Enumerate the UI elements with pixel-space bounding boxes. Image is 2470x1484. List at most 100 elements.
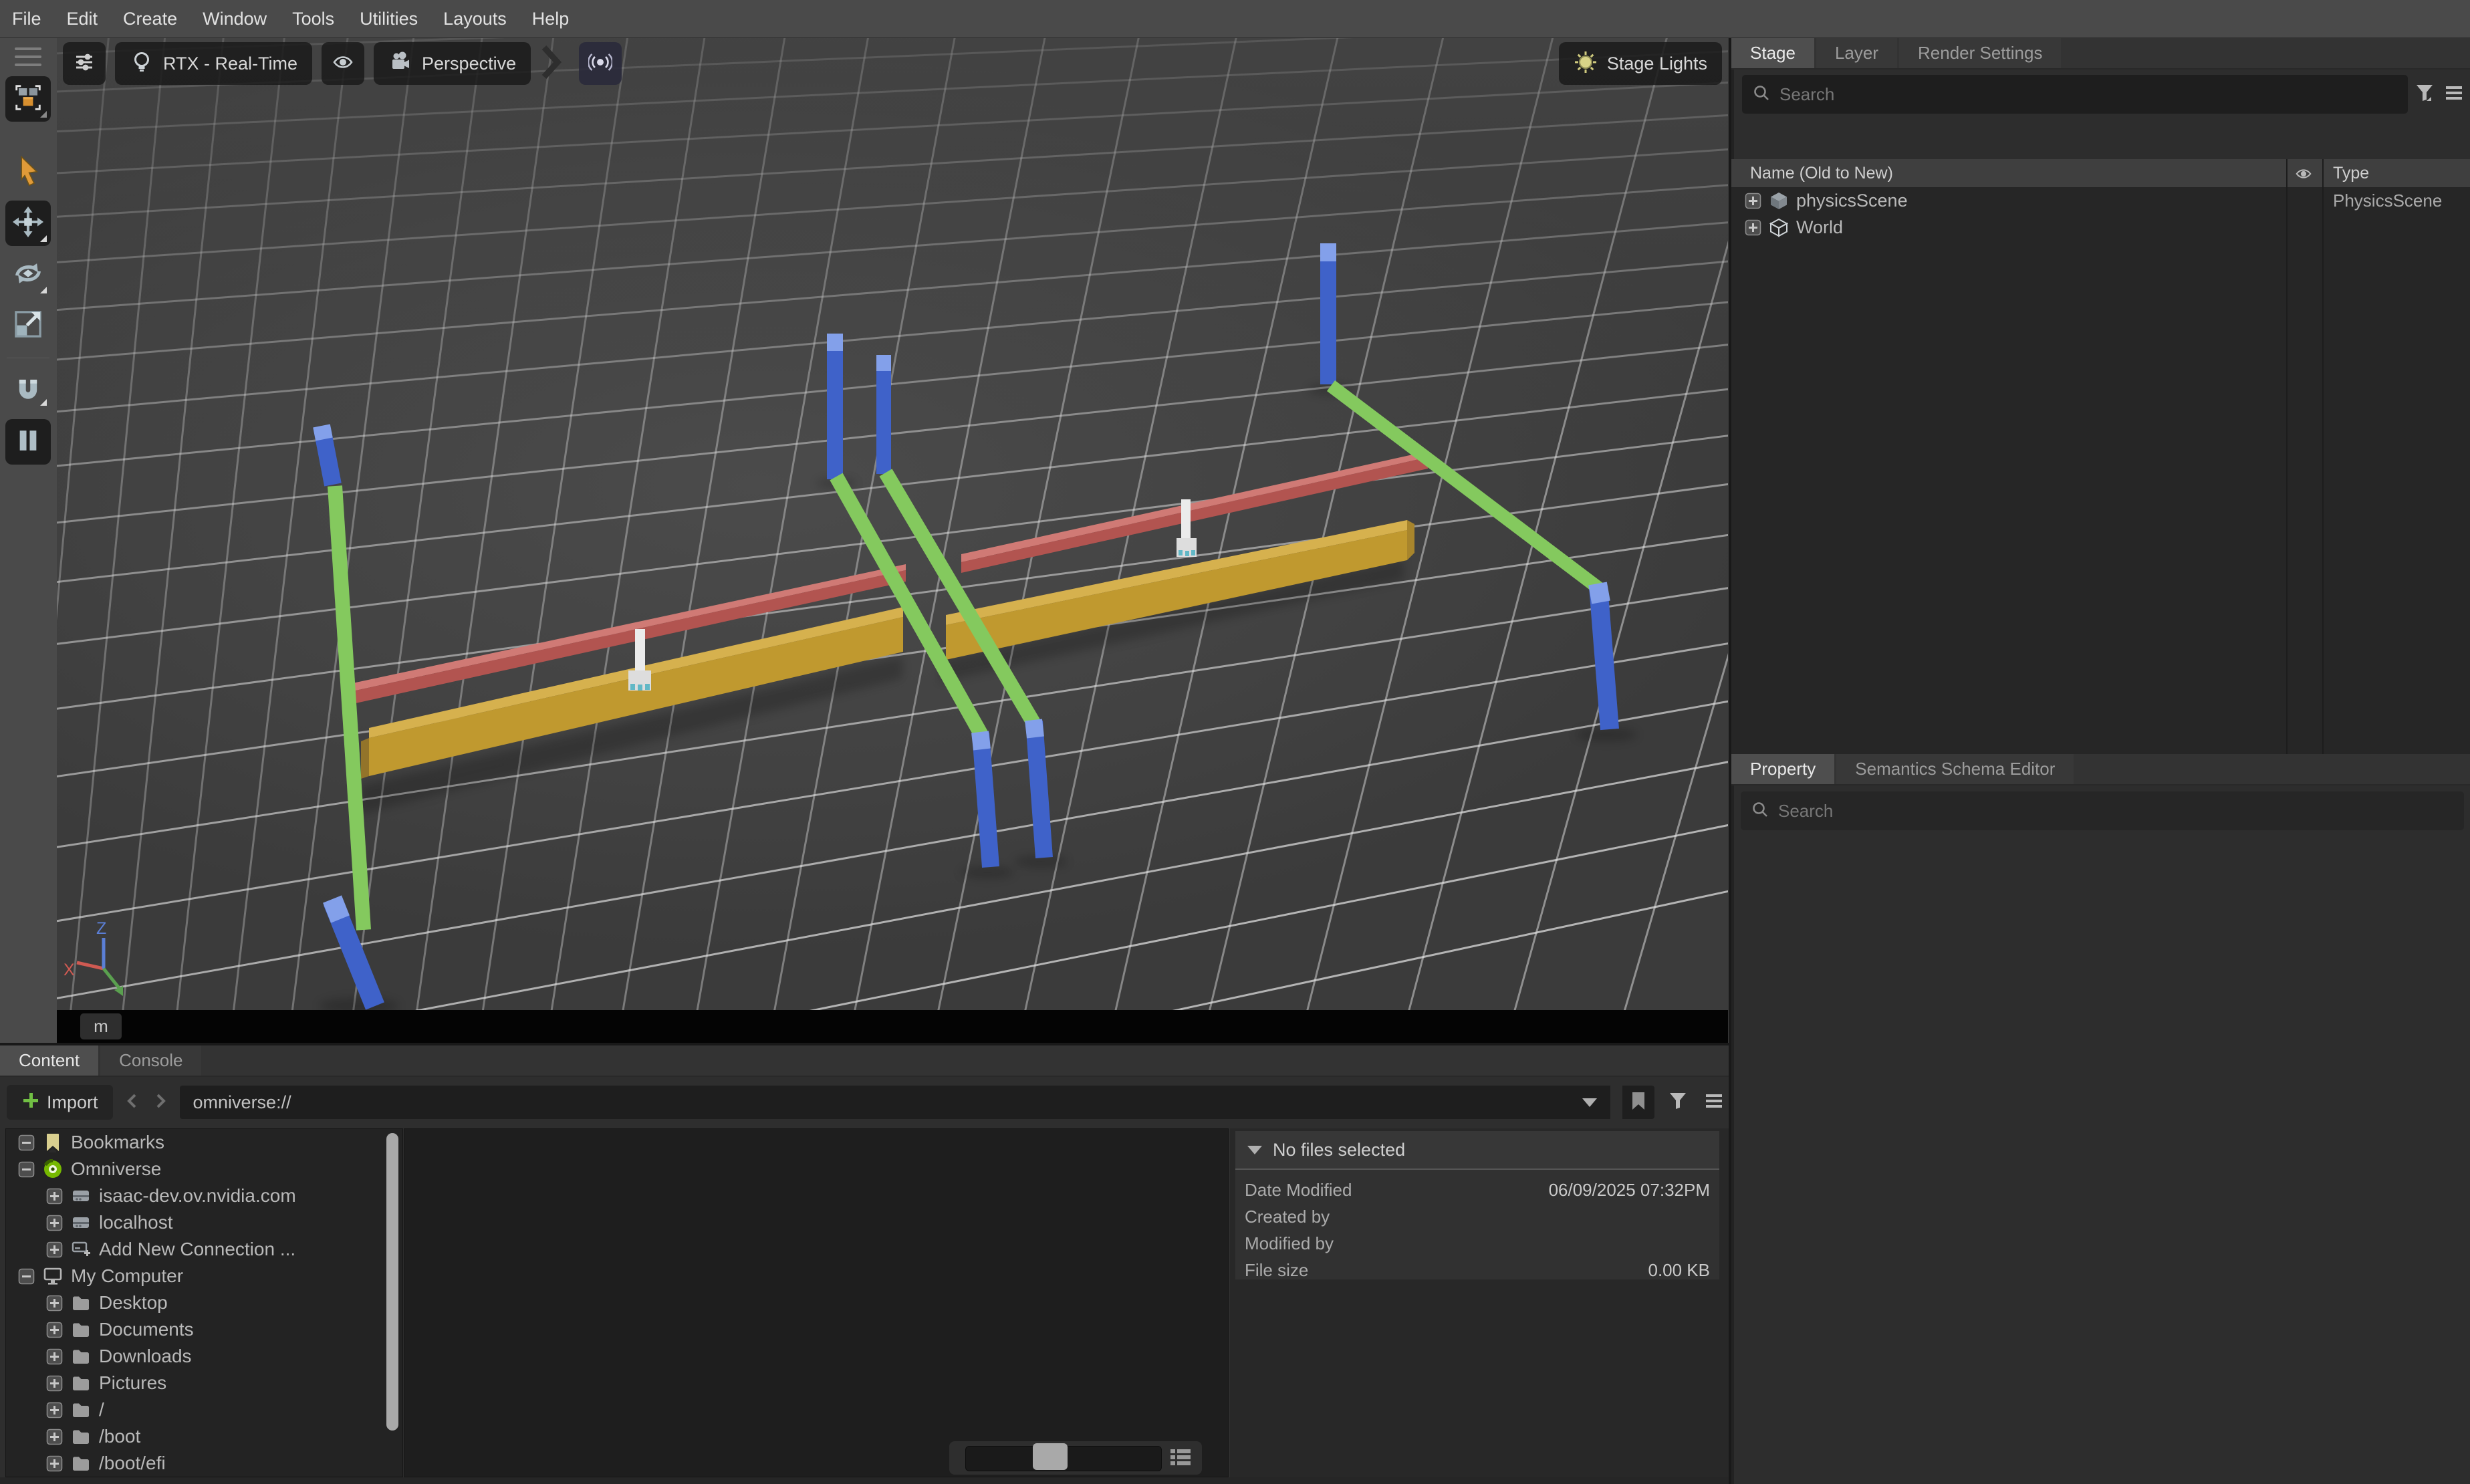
- menu-file[interactable]: File: [12, 9, 41, 29]
- renderer-selector[interactable]: RTX - Real-Time: [115, 42, 312, 85]
- hamburger-icon: [2444, 83, 2464, 106]
- expander-plus-icon[interactable]: [46, 1241, 63, 1258]
- expander-plus-icon[interactable]: [46, 1295, 63, 1312]
- stage-column-header[interactable]: Name (Old to New) Type: [1731, 159, 2470, 187]
- view-mode-toggle[interactable]: [1164, 1447, 1197, 1471]
- menu-layouts[interactable]: Layouts: [443, 9, 507, 29]
- menu-utilities[interactable]: Utilities: [360, 9, 418, 29]
- tree-item-documents[interactable]: Documents: [6, 1316, 402, 1343]
- tree-item-label: /: [99, 1399, 104, 1420]
- property-search-box[interactable]: [1741, 791, 2464, 830]
- back-button[interactable]: [124, 1092, 141, 1113]
- path-text[interactable]: omniverse://: [193, 1092, 1582, 1113]
- column-type-header[interactable]: Type: [2333, 164, 2369, 183]
- tree-item-my-computer[interactable]: My Computer: [6, 1263, 402, 1289]
- expander-plus-icon[interactable]: [46, 1429, 63, 1445]
- stage-tab-render-settings[interactable]: Render Settings: [1899, 38, 2061, 68]
- bookmark-button[interactable]: [1622, 1086, 1654, 1119]
- rotate-tool-button[interactable]: [5, 252, 51, 297]
- prim-name[interactable]: physicsScene: [1796, 191, 1908, 211]
- field-value: 0.00 KB: [1648, 1260, 1710, 1281]
- expander-plus-icon[interactable]: [46, 1188, 63, 1205]
- tree-item--boot-efi[interactable]: /boot/efi: [6, 1450, 402, 1477]
- content-tab-console[interactable]: Console: [100, 1045, 201, 1076]
- content-tab-content[interactable]: Content: [0, 1045, 98, 1076]
- prim-name[interactable]: World: [1796, 217, 1843, 238]
- tree-item--boot[interactable]: /boot: [6, 1423, 402, 1450]
- tree-item--[interactable]: /: [6, 1396, 402, 1423]
- waypoint-button[interactable]: [579, 42, 622, 85]
- expander-plus-icon[interactable]: [46, 1215, 63, 1231]
- expander-plus-icon[interactable]: [46, 1348, 63, 1365]
- move-icon: [9, 203, 47, 244]
- tree-item-add-new-connection-[interactable]: Add New Connection ...: [6, 1236, 402, 1263]
- expander-minus-icon[interactable]: [18, 1268, 35, 1285]
- tree-item-label: Downloads: [99, 1346, 192, 1367]
- select-tool-button[interactable]: [5, 150, 51, 195]
- thumbnail-slider-handle[interactable]: [1033, 1443, 1068, 1470]
- toolbar-flyout-button[interactable]: [540, 42, 570, 85]
- snap-tool-button[interactable]: [5, 364, 51, 410]
- expander-minus-icon[interactable]: [18, 1134, 35, 1151]
- menu-window[interactable]: Window: [203, 9, 267, 29]
- viewport-settings-button[interactable]: [63, 42, 106, 85]
- expander-plus-icon[interactable]: [1745, 193, 1761, 209]
- menu-bar: File Edit Create Window Tools Utilities Layout…: [0, 0, 2470, 38]
- content-filter-button[interactable]: [1665, 1090, 1691, 1115]
- camera-selector[interactable]: Perspective: [374, 42, 531, 85]
- prim-type: PhysicsScene: [2333, 191, 2442, 211]
- content-options-button[interactable]: [1701, 1090, 1727, 1115]
- tree-item-desktop[interactable]: Desktop: [6, 1289, 402, 1316]
- axis-gizmo: X Z: [64, 919, 123, 996]
- unit-label-box[interactable]: m: [80, 1013, 122, 1039]
- menu-tools[interactable]: Tools: [292, 9, 334, 29]
- visibility-button[interactable]: [322, 42, 364, 85]
- property-search-input[interactable]: [1777, 800, 2455, 822]
- stage-tab-layer[interactable]: Layer: [1816, 38, 1897, 68]
- stage-options-button[interactable]: [2441, 82, 2467, 107]
- cube-select-icon: [9, 79, 47, 120]
- tree-scrollbar[interactable]: [386, 1133, 398, 1431]
- column-divider[interactable]: [2286, 159, 2288, 754]
- stage-search-input[interactable]: [1778, 84, 2398, 106]
- chevron-right-icon: [540, 43, 563, 84]
- pause-button[interactable]: [5, 419, 51, 465]
- tree-item-omniverse[interactable]: Omniverse: [6, 1156, 402, 1183]
- stage-row-World[interactable]: World: [1731, 214, 2470, 241]
- expander-plus-icon[interactable]: [46, 1375, 63, 1392]
- viewport-3d[interactable]: X Z RTX - Real-Time: [57, 38, 1728, 1010]
- stage-filter-button[interactable]: [2412, 82, 2437, 107]
- tree-item-label: Desktop: [99, 1292, 168, 1314]
- column-name-header[interactable]: Name (Old to New): [1731, 164, 1893, 183]
- menu-edit[interactable]: Edit: [67, 9, 98, 29]
- stage-search-box[interactable]: [1742, 75, 2408, 114]
- file-grid-pane[interactable]: [404, 1128, 1229, 1477]
- expander-plus-icon[interactable]: [46, 1455, 63, 1472]
- expander-plus-icon[interactable]: [46, 1322, 63, 1338]
- forward-button[interactable]: [152, 1092, 169, 1113]
- expander-plus-icon[interactable]: [1745, 219, 1761, 236]
- move-tool-button[interactable]: [5, 201, 51, 246]
- expander-plus-icon[interactable]: [46, 1402, 63, 1418]
- details-header[interactable]: No files selected: [1235, 1131, 1719, 1170]
- tree-item-bookmarks[interactable]: Bookmarks: [6, 1129, 402, 1156]
- scale-tool-button[interactable]: [5, 303, 51, 348]
- tree-item-isaac-dev-ov-nvidia-com[interactable]: isaac-dev.ov.nvidia.com: [6, 1183, 402, 1209]
- menu-help[interactable]: Help: [532, 9, 570, 29]
- stage-tab-stage[interactable]: Stage: [1731, 38, 1814, 68]
- dropdown-triangle-icon[interactable]: [1582, 1098, 1597, 1107]
- stage-row-physicsScene[interactable]: physicsScene PhysicsScene: [1731, 187, 2470, 214]
- tree-item-downloads[interactable]: Downloads: [6, 1343, 402, 1370]
- path-bar[interactable]: omniverse://: [180, 1086, 1610, 1119]
- menu-create[interactable]: Create: [123, 9, 177, 29]
- tree-item-localhost[interactable]: localhost: [6, 1209, 402, 1236]
- tree-item-pictures[interactable]: Pictures: [6, 1370, 402, 1396]
- property-tab-semantics-schema-editor[interactable]: Semantics Schema Editor: [1836, 754, 2074, 784]
- import-button[interactable]: Import: [7, 1085, 113, 1120]
- stage-lights-button[interactable]: Stage Lights: [1559, 42, 1722, 85]
- expander-minus-icon[interactable]: [18, 1161, 35, 1178]
- column-divider[interactable]: [2322, 159, 2324, 754]
- property-tab-property[interactable]: Property: [1731, 754, 1834, 784]
- selection-mode-button[interactable]: [5, 76, 51, 122]
- search-icon: [1750, 799, 1770, 823]
